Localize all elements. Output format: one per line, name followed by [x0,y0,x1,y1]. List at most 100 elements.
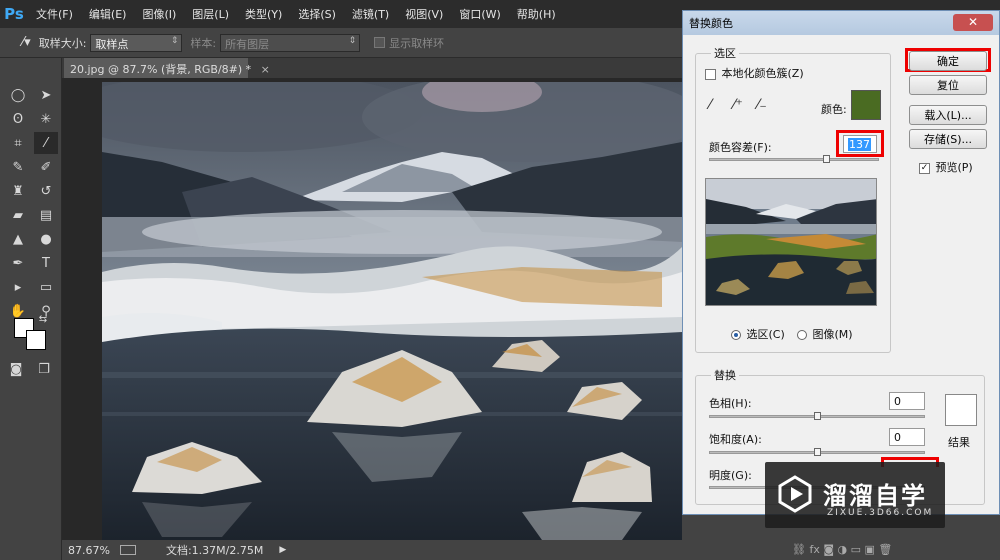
menu-image[interactable]: 图像(I) [134,6,184,22]
sample-size-value: 取样点 [95,37,129,51]
replace-color-dialog: 替换颜色 ✕ 选区 本地化颜色簇(Z) ⁄ ⁄⁺ ⁄₋ 颜色: 颜色容差(F):… [682,10,1000,515]
move-tool-icon[interactable]: ➤ [34,84,58,106]
shape-tool-icon[interactable]: ▭ [34,276,58,298]
blur-tool-icon[interactable]: ▲ [6,228,30,250]
radio-image[interactable] [797,330,807,340]
chevron-down-icon: ⇕ [348,35,357,46]
menu-edit[interactable]: 编辑(E) [81,6,135,22]
menu-view[interactable]: 视图(V) [397,6,451,22]
radio-selection[interactable] [731,330,741,340]
hue-label: 色相(H): [709,397,752,410]
dialog-title: 替换颜色 [689,17,733,30]
eyedropper-preset-icon[interactable]: ⁄▾ [22,35,31,50]
stamp-tool-icon[interactable]: ♜ [6,180,30,202]
watermark-brand: 溜溜自学 [823,482,927,510]
gradient-tool-icon[interactable]: ▤ [34,204,58,226]
color-label: 颜色: [821,103,847,116]
localized-clusters-label: 本地化颜色簇(Z) [721,67,804,80]
lasso-tool-icon[interactable]: ʘ [6,108,30,130]
menu-help[interactable]: 帮助(H) [509,6,564,22]
saturation-input[interactable]: 0 [889,428,925,446]
brush-tool-icon[interactable]: ✐ [34,156,58,178]
menu-type[interactable]: 类型(Y) [237,6,290,22]
pen-tool-icon[interactable]: ✒ [6,252,30,274]
localized-clusters-row[interactable]: 本地化颜色簇(Z) [705,65,804,81]
layers-panel-icons: ⛓ fx ◙ ◑ ▭ ▣ 🗑 [792,543,893,556]
document-tab-title: 20.jpg @ 87.7% (背景, RGB/8#) * [70,63,252,76]
menu-select[interactable]: 选择(S) [290,6,344,22]
radio-image-row[interactable]: 图像(M) [797,326,853,342]
show-ring-checkbox[interactable] [374,37,386,48]
radio-selection-row[interactable]: 选区(C) [731,326,785,342]
status-info-icon[interactable] [119,545,136,555]
watermark-url: ZIXUE.3D66.COM [827,508,934,518]
close-tab-icon[interactable]: × [261,63,270,76]
type-tool-icon[interactable]: T [34,252,58,274]
tools-panel: ◯ ➤ ʘ ✳ ⌗ ⁄ ✎ ✐ ♜ ↺ ▰ ▤ ▲ ● ✒ T ▸ ▭ ✋ ⚲ … [0,58,62,560]
save-button[interactable]: 存储(S)... [909,129,987,149]
dialog-title-bar[interactable]: 替换颜色 [683,11,999,35]
sample-size-label: 取样大小: [38,36,87,50]
menu-file[interactable]: 文件(F) [28,6,81,22]
eyedropper-tool-icon[interactable]: ⁄ [34,132,58,154]
ok-button[interactable]: 确定 [909,51,987,71]
preview-label: 预览(P) [935,161,973,174]
sample-size-select[interactable]: 取样点 ⇕ [90,33,183,52]
eyedropper-icon[interactable]: ⁄ [709,97,711,113]
localized-clusters-checkbox[interactable] [705,68,716,80]
zoom-level[interactable]: 87.67% [68,544,110,557]
preview-row[interactable]: ✓ 预览(P) [919,159,973,175]
replace-group-title: 替换 [711,367,739,383]
reset-button[interactable]: 复位 [909,75,987,95]
magic-wand-icon[interactable]: ✳ [34,108,58,130]
selection-group-title: 选区 [711,45,739,61]
chevron-down-icon: ⇕ [170,35,179,46]
tolerance-label: 颜色容差(F): [709,141,772,154]
eraser-tool-icon[interactable]: ▰ [6,204,30,226]
path-select-icon[interactable]: ▸ [6,276,30,298]
document-size: 文档:1.37M/2.75M [165,544,264,557]
marquee-tool-icon[interactable]: ◯ [6,84,30,106]
swap-colors-icon[interactable]: ⇆ [36,312,50,326]
saturation-slider-thumb[interactable] [814,448,821,456]
eyedropper-minus-icon[interactable]: ⁄₋ [757,97,767,113]
dialog-close-button[interactable]: ✕ [953,14,993,31]
radio-image-label: 图像(M) [812,328,853,341]
menu-window[interactable]: 窗口(W) [451,6,508,22]
healing-brush-icon[interactable]: ✎ [6,156,30,178]
sample-value: 所有图层 [225,37,270,51]
result-label: 结果 [948,436,970,449]
dodge-tool-icon[interactable]: ● [34,228,58,250]
hue-input[interactable]: 0 [889,392,925,410]
screen-mode-icon[interactable]: ❐ [32,358,56,380]
radio-selection-label: 选区(C) [746,328,785,341]
menu-filter[interactable]: 滤镜(T) [344,6,397,22]
canvas-image[interactable] [102,82,682,540]
saturation-value: 0 [894,431,901,444]
watermark-play-icon [778,475,812,513]
tolerance-slider-track[interactable] [709,158,879,161]
result-color-swatch[interactable] [945,394,977,426]
status-bar: 87.67% 文档:1.37M/2.75M ▶ [62,540,682,560]
eyedropper-plus-icon[interactable]: ⁄⁺ [733,97,743,113]
menu-layer[interactable]: 图层(L) [184,6,237,22]
sample-select[interactable]: 所有图层 ⇕ [220,33,361,52]
tolerance-slider-thumb[interactable] [823,155,831,163]
crop-tool-icon[interactable]: ⌗ [6,132,30,154]
selection-color-swatch[interactable] [851,90,881,120]
show-ring-label: 显示取样环 [389,36,445,50]
background-color-swatch[interactable] [26,330,46,350]
quick-mask-icon[interactable]: ◙ [4,358,28,380]
tolerance-value: 137 [848,138,871,151]
history-brush-icon[interactable]: ↺ [34,180,58,202]
document-tab[interactable]: 20.jpg @ 87.7% (背景, RGB/8#) * × [64,58,270,78]
preview-checkbox[interactable]: ✓ [919,162,930,174]
sample-label: 样本: [190,36,217,50]
photoshop-logo: Ps [4,5,24,23]
selection-preview[interactable] [705,178,877,306]
load-button[interactable]: 载入(L)... [909,105,987,125]
tolerance-input[interactable]: 137 [843,135,877,153]
hue-slider-thumb[interactable] [814,412,821,420]
watermark: 溜溜自学 ZIXUE.3D66.COM [765,462,945,528]
status-menu-arrow-icon[interactable]: ▶ [279,545,286,555]
